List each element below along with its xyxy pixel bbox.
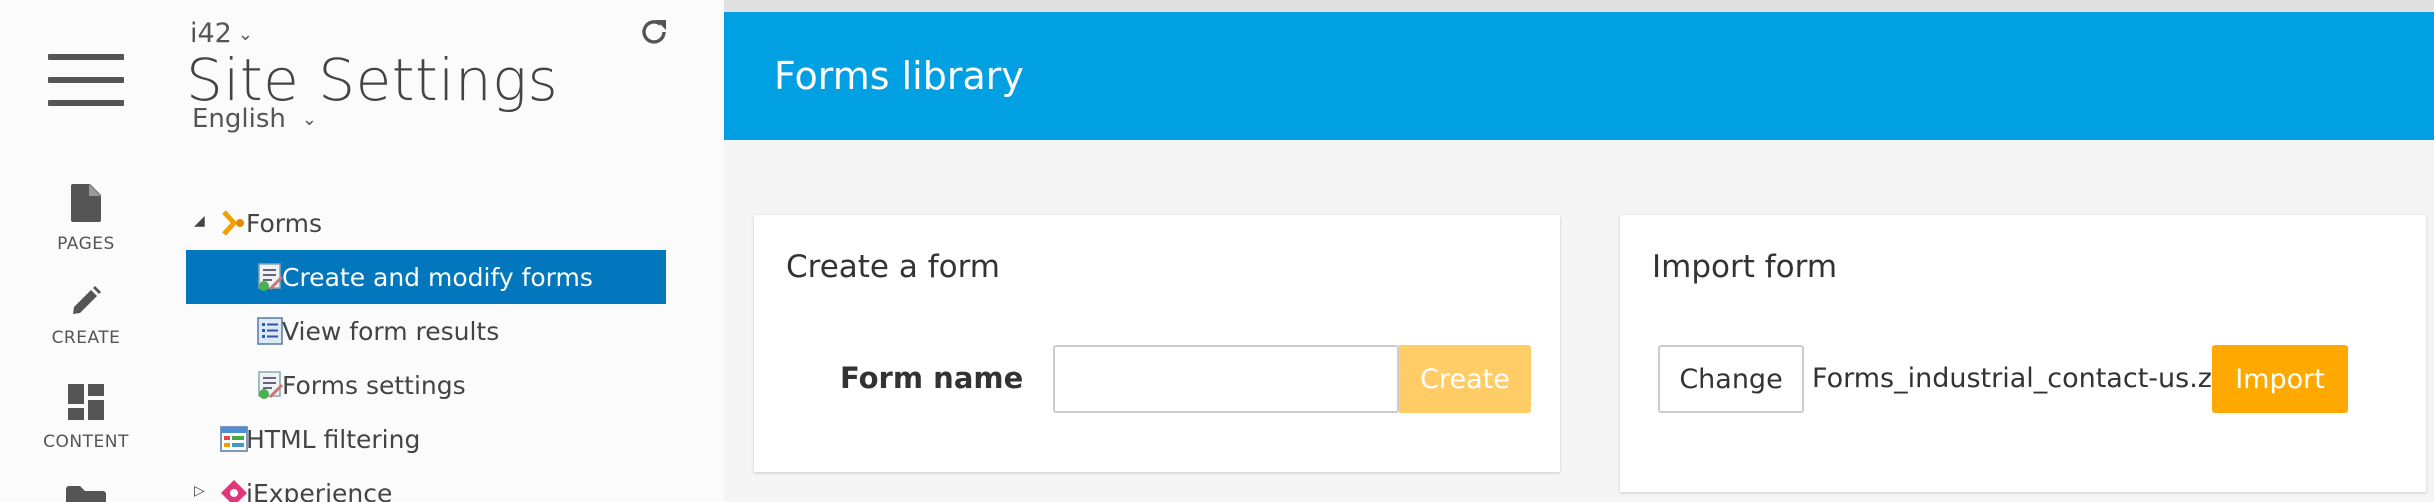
menu-icon[interactable] (48, 54, 124, 106)
language-selector[interactable]: English ⌄ (192, 104, 317, 134)
tree-label: HTML filtering (246, 424, 421, 454)
site-name: i42 (190, 18, 232, 49)
rail-item-pages[interactable]: PAGES (0, 184, 172, 254)
page-icon (71, 184, 101, 222)
site-selector[interactable]: i42 ⌄ (190, 18, 253, 49)
dashboard-icon (68, 384, 104, 420)
html-filter-icon (220, 426, 248, 452)
rail-label-content: CONTENT (43, 432, 129, 452)
create-button[interactable]: Create (1399, 345, 1531, 413)
chevron-down-icon: ⌄ (237, 24, 253, 45)
tree-label: Create and modify forms (282, 262, 593, 292)
folder-icon (66, 486, 106, 502)
page-header: Forms library (724, 12, 2434, 140)
jexperience-icon (221, 480, 247, 502)
change-file-button[interactable]: Change (1658, 345, 1804, 413)
main-content: Forms library Create a form Form name Cr… (724, 0, 2434, 502)
tree-item-view-form-results[interactable]: View form results (186, 304, 666, 358)
rail-label-pages: PAGES (57, 234, 115, 254)
site-settings-panel: i42 ⌄ Site Settings English ⌄ ◢ Forms Cr… (172, 0, 724, 502)
tree-item-forms-settings[interactable]: Forms settings (186, 358, 666, 412)
rail-item-content[interactable]: CONTENT (0, 384, 172, 452)
pencil-icon (73, 286, 101, 314)
form-edit-icon (258, 263, 284, 291)
card-title: Create a form (786, 249, 1000, 285)
rail-label-create: CREATE (51, 328, 121, 348)
forms-icon (222, 210, 244, 236)
chevron-down-icon: ⌄ (301, 109, 317, 130)
expanded-toggle-icon[interactable]: ◢ (194, 213, 205, 229)
selected-file-name: Forms_industrial_contact-us.zip (1812, 363, 2237, 394)
rail-item-files[interactable] (0, 486, 172, 502)
import-button[interactable]: Import (2212, 345, 2348, 413)
list-icon (257, 317, 283, 345)
nav-rail: PAGES CREATE CONTENT (0, 0, 172, 502)
card-title: Import form (1652, 249, 1838, 285)
form-name-input[interactable] (1053, 345, 1399, 413)
top-divider (724, 0, 2434, 12)
tree-label: Forms (246, 208, 323, 238)
tree-item-html-filtering[interactable]: HTML filtering (186, 412, 666, 466)
import-form-card: Import form Change Forms_industrial_cont… (1620, 215, 2426, 492)
header-title: Forms library (774, 54, 1024, 98)
refresh-icon[interactable] (638, 16, 670, 48)
tree-label: Forms settings (282, 370, 466, 400)
tree-item-create-modify-forms[interactable]: Create and modify forms (186, 250, 666, 304)
create-form-card: Create a form Form name Create (754, 215, 1560, 472)
tree-label: View form results (282, 316, 500, 346)
form-name-label: Form name (840, 361, 1024, 395)
collapsed-toggle-icon[interactable]: ▷ (194, 483, 205, 499)
tree-item-forms[interactable]: ◢ Forms (186, 196, 666, 250)
rail-item-create[interactable]: CREATE (0, 286, 172, 348)
language-label: English (192, 104, 286, 134)
tree-label: jExperience (246, 478, 393, 502)
form-settings-icon (258, 371, 284, 399)
tree-item-jexperience[interactable]: ▷ jExperience (186, 466, 666, 502)
